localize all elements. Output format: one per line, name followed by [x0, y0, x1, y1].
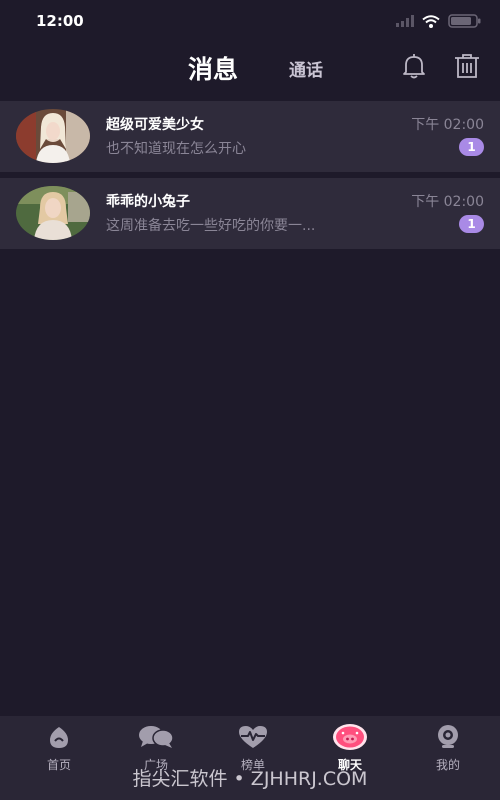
battery-icon: [448, 14, 482, 28]
message-preview: 也不知道现在怎么开心: [106, 141, 246, 157]
wifi-icon: [422, 14, 440, 28]
status-icons: [396, 14, 482, 28]
status-bar: 12:00: [0, 0, 500, 44]
profile-camera-icon: [435, 722, 461, 752]
contact-name: 乖乖的小兔子: [106, 194, 190, 210]
heartbeat-icon: [237, 722, 269, 752]
message-time: 下午 02:00: [411, 117, 484, 133]
conversation-list: 超级可爱美少女 也不知道现在怎么开心 下午 02:00 1 乖乖的小兔子 这周准…: [0, 101, 500, 249]
conversation-row[interactable]: 乖乖的小兔子 这周准备去吃一些好吃的你要一... 下午 02:00 1: [0, 178, 500, 249]
pig-chat-icon: [331, 722, 369, 752]
message-preview: 这周准备去吃一些好吃的你要一...: [106, 218, 316, 234]
tab-calls[interactable]: 通话: [289, 56, 323, 81]
status-time: 12:00: [36, 12, 84, 30]
chat-bubbles-icon: [138, 722, 174, 752]
unread-badge: 1: [459, 215, 484, 233]
home-drop-icon: [46, 722, 72, 752]
avatar[interactable]: [16, 186, 90, 240]
message-time: 下午 02:00: [411, 194, 484, 210]
signal-icon: [396, 15, 414, 27]
watermark-text: 指尖汇软件 • ZJHHRJ.COM: [132, 768, 368, 790]
bell-icon[interactable]: [400, 52, 428, 84]
unread-badge: 1: [459, 138, 484, 156]
avatar[interactable]: [16, 109, 90, 163]
contact-name: 超级可爱美少女: [106, 117, 204, 133]
trash-icon[interactable]: [453, 52, 481, 84]
header: 消息 通话: [0, 44, 500, 100]
tab-messages[interactable]: 消息: [188, 50, 238, 86]
conversation-row[interactable]: 超级可爱美少女 也不知道现在怎么开心 下午 02:00 1: [0, 101, 500, 172]
